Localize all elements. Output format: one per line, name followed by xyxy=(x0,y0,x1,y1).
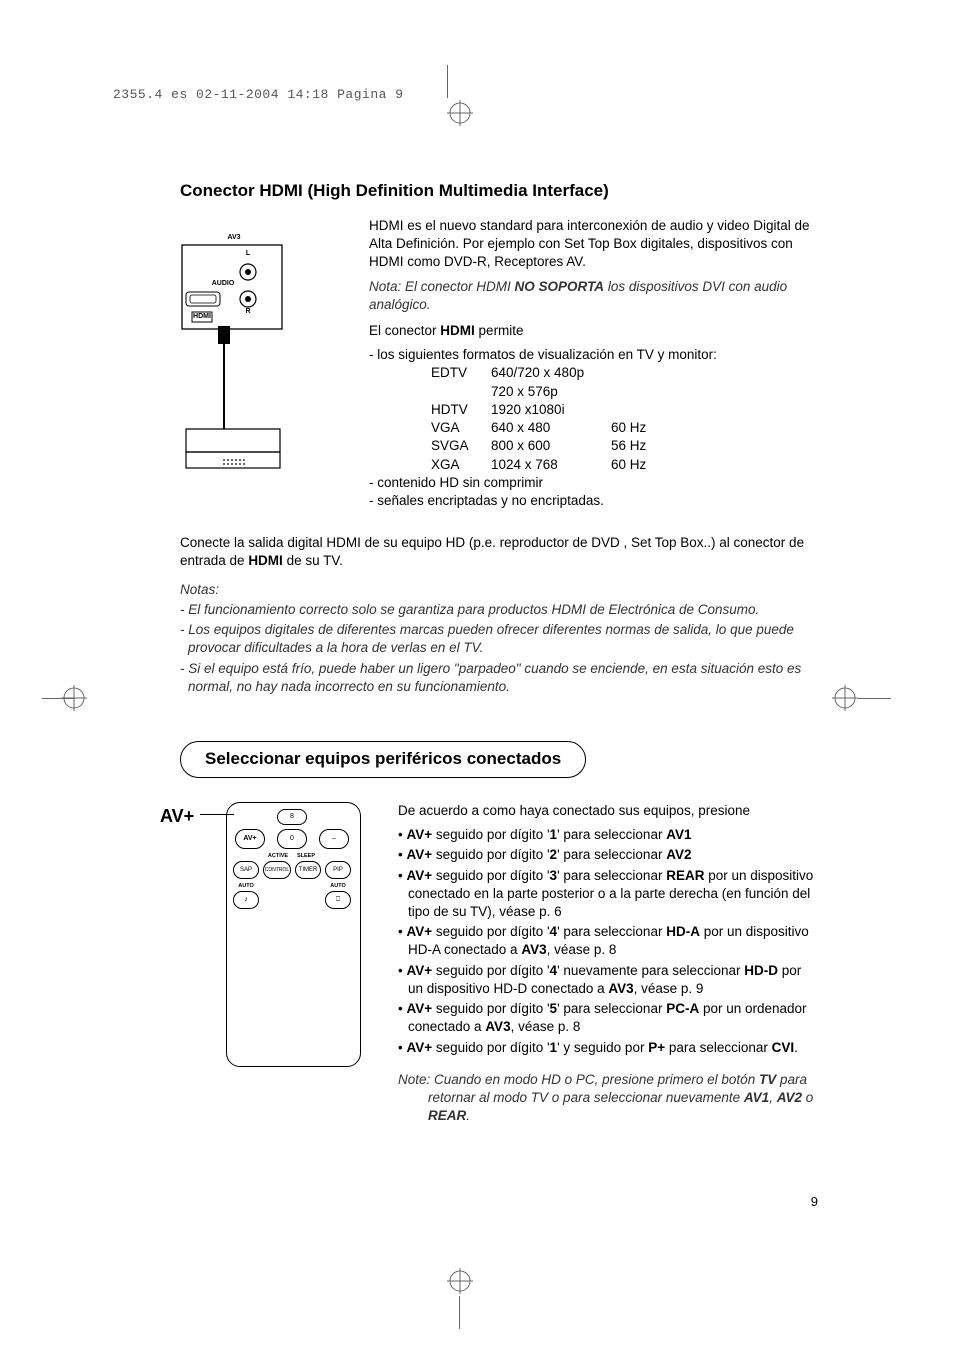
list-item: AV+ seguido por dígito '5' para seleccio… xyxy=(398,1000,820,1036)
table-row: VGA640 x 48060 Hz xyxy=(431,419,820,437)
crop-mark xyxy=(447,65,448,98)
remote-button-8: 8 xyxy=(277,809,307,825)
remote-label-active: ACTIVE xyxy=(265,853,291,860)
hdmi-notes: Notas: - El funcionamiento correcto solo… xyxy=(180,581,820,696)
remote-label-auto-right: AUTO xyxy=(325,883,351,890)
registration-mark xyxy=(447,1268,473,1294)
presione-intro: De acuerdo a como haya conectado sus equ… xyxy=(398,802,820,820)
page-content: Conector HDMI (High Definition Multimedi… xyxy=(180,180,820,1131)
hdmi-connect-instruction: Conecte la salida digital HDMI de su equ… xyxy=(180,534,820,570)
avplus-callout-label: AV+ xyxy=(160,804,194,828)
notes-heading: Notas: xyxy=(180,581,820,599)
table-row: SVGA800 x 60056 Hz xyxy=(431,437,820,455)
list-item: AV+ seguido por dígito '4' para seleccio… xyxy=(398,923,820,959)
table-row: EDTV640/720 x 480p xyxy=(431,364,820,382)
note-item: - Los equipos digitales de diferentes ma… xyxy=(180,621,820,657)
encrypted-signals: - señales encriptadas y no encriptadas. xyxy=(369,492,820,510)
remote-button-avplus: AV+ xyxy=(235,829,265,849)
remote-label-sleep: SLEEP xyxy=(293,853,319,860)
remote-label-auto-left: AUTO xyxy=(233,883,259,890)
formats-intro: - los siguientes formatos de visualizaci… xyxy=(369,346,820,364)
list-item: AV+ seguido por dígito '2' para seleccio… xyxy=(398,846,820,864)
diagram-audio-label: AUDIO xyxy=(208,279,238,288)
hdmi-connector-diagram: AV3 L AUDIO R HDMI xyxy=(180,217,345,472)
remote-button-0: 0 xyxy=(277,829,307,849)
registration-mark xyxy=(447,100,473,126)
hdmi-dvi-note: Nota: El conector HDMI NO SOPORTA los di… xyxy=(369,278,820,314)
crop-mark xyxy=(459,1296,460,1329)
hdmi-intro: HDMI es el nuevo standard para intercone… xyxy=(369,217,820,272)
remote-button-control: CONTROL xyxy=(263,861,291,879)
table-row: HDTV1920 x1080i xyxy=(431,401,820,419)
remote-diagram: 8 AV+ 0 – ACTIVE SLEEP SAP CONTROL TIMER… xyxy=(226,802,361,1067)
note-item: - El funcionamiento correcto solo se gar… xyxy=(180,601,820,619)
table-row: XGA1024 x 76860 Hz xyxy=(431,456,820,474)
list-item: AV+ seguido por dígito '1' y seguido por… xyxy=(398,1039,820,1057)
remote-button-cc: ⎕ xyxy=(325,891,351,909)
remote-button-dash: – xyxy=(319,829,349,849)
list-item: AV+ seguido por dígito '4' nuevamente pa… xyxy=(398,962,820,998)
crop-mark xyxy=(42,698,75,699)
diagram-r-label: R xyxy=(243,307,253,316)
periph-note: Note: Cuando en modo HD o PC, presione p… xyxy=(398,1071,820,1126)
peripherals-section-title: Seleccionar equipos periféricos conectad… xyxy=(180,741,586,778)
list-item: AV+ seguido por dígito '3' para seleccio… xyxy=(398,867,820,922)
hdmi-permite: El conector HDMI permite xyxy=(369,322,820,340)
table-row: 720 x 576p xyxy=(431,383,820,401)
diagram-av3-label: AV3 xyxy=(224,233,244,242)
remote-button-music: ♪ xyxy=(233,891,259,909)
hd-uncompressed: - contenido HD sin comprimir xyxy=(369,474,820,492)
list-item: AV+ seguido por dígito '1' para seleccio… xyxy=(398,826,820,844)
avplus-instruction-list: AV+ seguido por dígito '1' para seleccio… xyxy=(398,826,820,1057)
note-item: - Si el equipo está frío, puede haber un… xyxy=(180,660,820,696)
page-number: 9 xyxy=(811,1193,818,1211)
diagram-l-label: L xyxy=(243,249,253,258)
registration-mark xyxy=(832,685,858,711)
formats-table: EDTV640/720 x 480p 720 x 576p HDTV1920 x… xyxy=(431,364,820,473)
crop-mark xyxy=(858,698,891,699)
diagram-hdmi-label: HDMI xyxy=(190,312,214,321)
remote-button-pip: PIP xyxy=(325,861,351,879)
remote-button-timer: TIMER xyxy=(295,861,321,879)
print-header: 2355.4 es 02-11-2004 14:18 Pagina 9 xyxy=(113,86,404,104)
remote-button-sap: SAP xyxy=(233,861,259,879)
hdmi-section-title: Conector HDMI (High Definition Multimedi… xyxy=(180,180,820,203)
